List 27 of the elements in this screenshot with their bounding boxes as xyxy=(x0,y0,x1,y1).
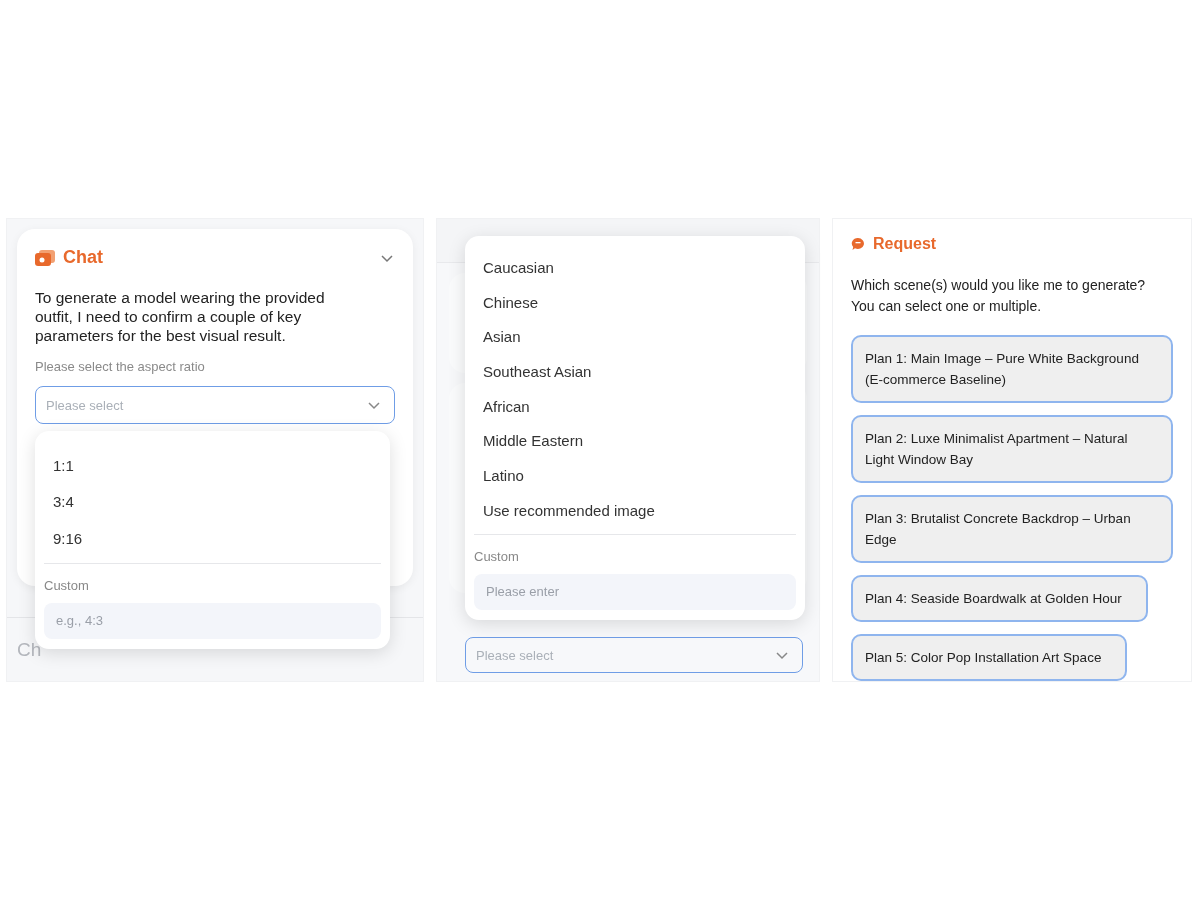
dropdown-option[interactable]: African xyxy=(474,388,796,424)
plan-option[interactable]: Plan 3: Brutalist Concrete Backdrop – Urban Edge xyxy=(851,495,1173,563)
dropdown-option[interactable]: 3:4 xyxy=(44,483,381,520)
custom-input[interactable]: Please enter xyxy=(474,573,796,610)
chat-message: To generate a model wearing the provided outfit, I need to confirm a couple of key parameters for the best visual result. xyxy=(35,288,326,345)
dropdown-option[interactable]: Chinese xyxy=(474,284,796,320)
dropdown-option[interactable]: 1:1 xyxy=(44,447,381,484)
dropdown-option[interactable]: 9:16 xyxy=(44,520,381,557)
plan-option[interactable]: Plan 4: Seaside Boardwalk at Golden Hour xyxy=(851,575,1148,622)
custom-input[interactable]: e.g., 4:3 xyxy=(44,602,381,639)
custom-label: Custom xyxy=(474,548,520,564)
dropdown-option[interactable]: Southeast Asian xyxy=(474,354,796,389)
plan-option[interactable]: Plan 5: Color Pop Installation Art Space xyxy=(851,634,1128,681)
plan-option[interactable]: Plan 2: Luxe Minimalist Apartment – Natural Light Window Bay xyxy=(851,415,1173,483)
dropdown-option[interactable]: Use recommended image xyxy=(474,492,796,528)
field-label: Please select the aspect ratio xyxy=(35,359,206,374)
dropdown-option[interactable]: Asian xyxy=(474,319,796,355)
custom-label: Custom xyxy=(44,577,90,593)
question-text: Which scene(s) would you like me to generate? You can select one or multiple. xyxy=(851,276,1147,316)
speech-bubble-icon xyxy=(851,237,865,251)
dropdown-option[interactable]: Caucasian xyxy=(474,250,796,285)
chat-icon xyxy=(35,249,55,266)
dropdown-option[interactable]: Latino xyxy=(474,458,796,493)
chat-title: Chat xyxy=(63,247,103,268)
request-title: Request xyxy=(873,235,937,253)
dropdown-option[interactable]: Middle Eastern xyxy=(474,423,796,459)
plan-option[interactable]: Plan 1: Main Image – Pure White Background (E-commerce Baseline) xyxy=(851,335,1173,403)
